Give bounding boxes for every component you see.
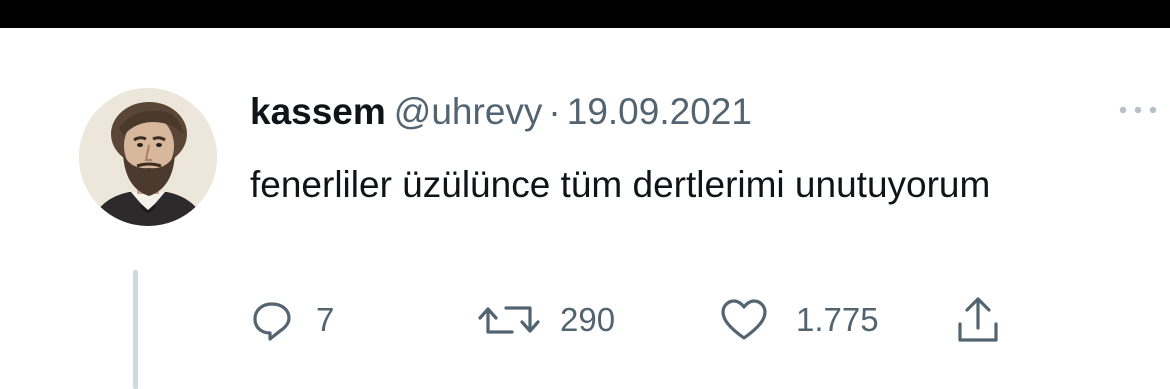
reply-icon bbox=[253, 302, 291, 341]
more-button[interactable] bbox=[1114, 98, 1164, 122]
avatar-portrait bbox=[79, 88, 217, 226]
author-handle[interactable]: @uhrevy bbox=[394, 91, 543, 132]
more-icon bbox=[1119, 106, 1157, 114]
avatar[interactable] bbox=[79, 88, 217, 226]
reply-count: 7 bbox=[316, 301, 335, 338]
like-button[interactable]: 1.775 bbox=[720, 295, 879, 345]
reply-button[interactable]: 7 bbox=[250, 295, 334, 345]
share-icon bbox=[958, 297, 998, 342]
tweet-text: fenerliler üzülünce tüm dertlerimi unutu… bbox=[250, 164, 991, 205]
like-count: 1.775 bbox=[796, 301, 879, 338]
share-button[interactable] bbox=[955, 295, 1001, 345]
tweet-date[interactable]: 19.09.2021 bbox=[567, 91, 752, 132]
retweet-count: 290 bbox=[560, 301, 616, 338]
thread-line bbox=[133, 270, 138, 389]
top-bar bbox=[0, 0, 1170, 28]
author-name[interactable]: kassem bbox=[250, 91, 386, 132]
separator: · bbox=[548, 91, 561, 132]
action-bar: 7 290 1.775 bbox=[250, 295, 1050, 345]
tweet-header: kassem @uhrevy · 19.09.2021 bbox=[250, 90, 752, 134]
retweet-button[interactable]: 290 bbox=[478, 295, 615, 345]
retweet-icon bbox=[478, 306, 540, 334]
heart-icon bbox=[721, 299, 767, 340]
